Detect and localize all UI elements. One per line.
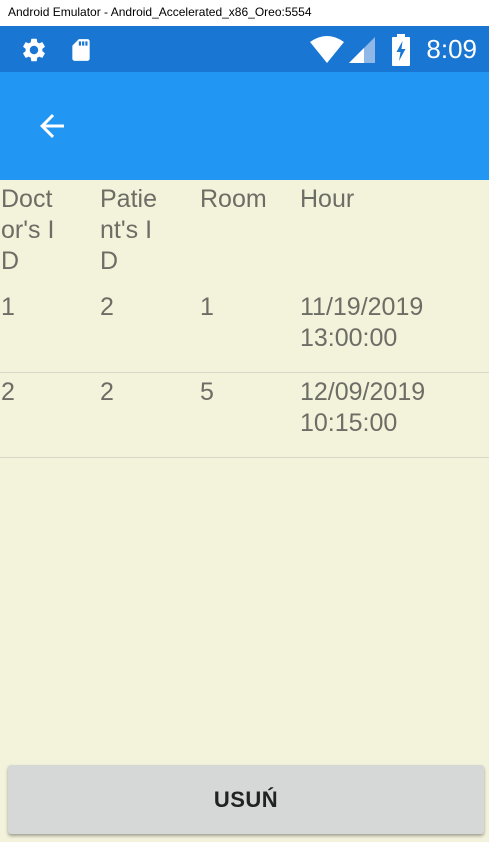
wifi-icon [310, 36, 344, 63]
gear-icon [23, 38, 45, 62]
cell-patient-id: 2 [100, 293, 114, 321]
cell-doctor-id: 2 [1, 378, 15, 406]
cell-doctor-id: 1 [1, 293, 15, 321]
sd-card-icon [72, 39, 90, 61]
table-row[interactable]: 1 2 1 11/19/2019 13:00:00 [0, 288, 489, 373]
header-doctor-id: Doctor's ID [1, 185, 55, 275]
status-time: 8:09 [426, 34, 477, 64]
table-row[interactable]: 2 2 5 12/09/2019 10:15:00 [0, 373, 489, 458]
battery-charging-icon [392, 34, 410, 66]
cell-room: 1 [200, 293, 214, 321]
appointments-table: Doctor's ID Patient's ID Room Hour 1 2 1… [0, 180, 489, 842]
android-status-bar: 8:09 [0, 26, 489, 72]
delete-button[interactable]: USUŃ [8, 765, 484, 834]
back-button[interactable] [20, 102, 84, 150]
action-bar [0, 72, 489, 180]
cell-patient-id: 2 [100, 378, 114, 406]
header-patient-id: Patient's ID [100, 185, 157, 275]
cell-signal-icon [349, 37, 375, 63]
header-hour: Hour [300, 185, 355, 213]
table-header-row: Doctor's ID Patient's ID Room Hour [0, 180, 489, 288]
cell-hour: 11/19/2019 13:00:00 [300, 293, 424, 352]
emulator-window-title: Android Emulator - Android_Accelerated_x… [0, 0, 489, 26]
header-room: Room [200, 185, 267, 213]
arrow-left-icon [40, 114, 64, 138]
cell-room: 5 [200, 378, 214, 406]
cell-hour: 12/09/2019 10:15:00 [300, 378, 426, 437]
